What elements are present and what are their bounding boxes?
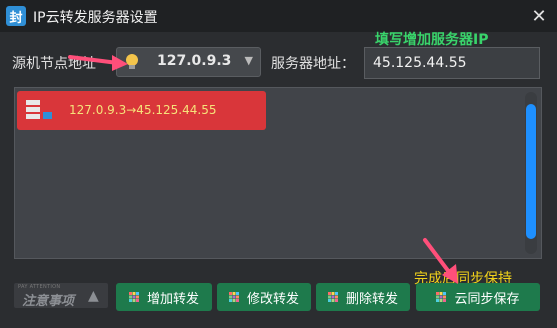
add-forward-label: 增加转发 [146,291,199,307]
notice-label: 注意事项 [22,294,75,308]
edit-forward-button[interactable]: 修改转发 [217,283,311,311]
grid-icon [327,292,338,302]
source-node-value: 127.0.9.3 [157,53,232,69]
scrollbar-thumb[interactable] [526,104,536,239]
close-button[interactable]: ✕ [525,2,553,30]
window-title: IP云转发服务器设置 [33,10,158,26]
delete-forward-label: 删除转发 [345,291,398,307]
server-icon [26,100,52,119]
source-node-label: 源机节点地址 [12,56,96,72]
edit-forward-label: 修改转发 [246,291,299,307]
app-icon: 封 [6,6,26,26]
title-bar: 封 IP云转发服务器设置 ✕ [0,0,557,32]
forward-list[interactable]: 127.0.9.3→45.125.44.55 [14,87,542,259]
chevron-down-icon: ▼ [244,54,253,67]
server-address-input[interactable] [364,47,540,79]
source-node-select[interactable]: 127.0.9.3 ▼ [116,47,261,77]
notice-badge[interactable]: PAY ATTENTION 注意事项 ▲ [14,283,108,308]
server-address-label: 服务器地址： [271,56,355,72]
list-item-text: 127.0.9.3→45.125.44.55 [69,103,217,117]
list-item[interactable]: 127.0.9.3→45.125.44.55 [17,91,266,130]
delete-forward-button[interactable]: 删除转发 [316,283,410,311]
grid-icon [228,292,239,302]
cloud-sync-save-label: 云同步保存 [454,291,520,307]
grid-icon [128,292,139,302]
add-forward-button[interactable]: 增加转发 [116,283,212,311]
cloud-sync-save-button[interactable]: 云同步保存 [416,283,540,311]
grid-icon [436,292,447,302]
lightbulb-icon [126,54,138,69]
hint-add-server-ip: 填写增加服务器IP [375,32,489,48]
warning-icon: ▲ [88,288,99,304]
vertical-scrollbar[interactable] [525,92,537,254]
